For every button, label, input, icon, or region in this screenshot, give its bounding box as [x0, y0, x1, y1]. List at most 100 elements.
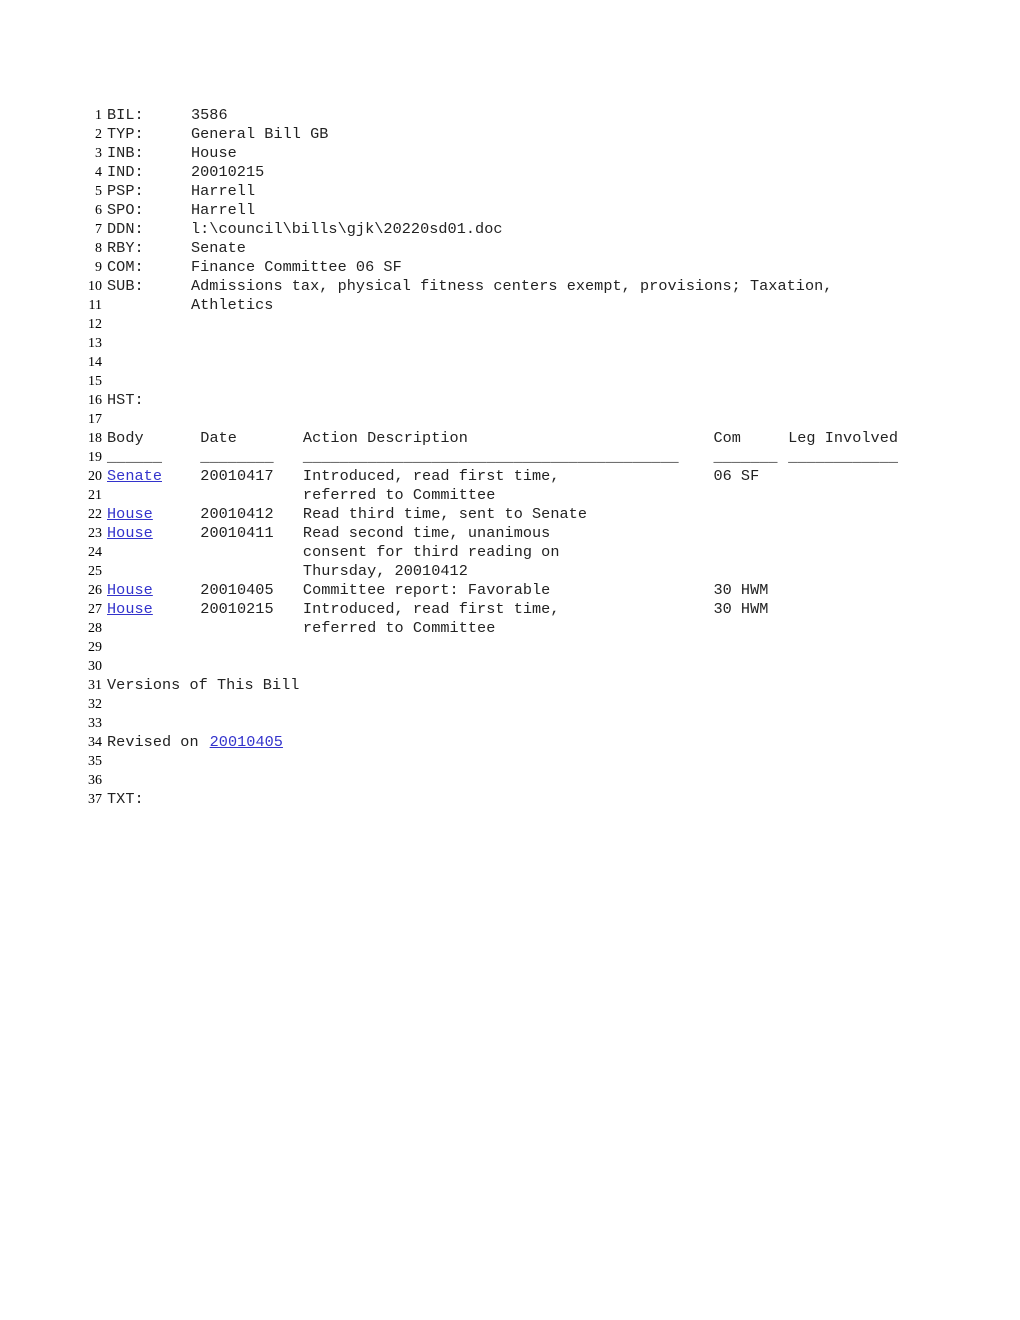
- action-date: 20010215: [200, 600, 274, 618]
- history-heading-line: 16 HST:: [78, 391, 958, 410]
- line-number: 13: [88, 336, 102, 351]
- field-line: 9 COM: Finance Committee 06 SF: [78, 258, 958, 277]
- line-number: 25: [88, 564, 102, 579]
- document-page: 1 BIL: 3586 2 TYP: General Bill GB 3 INB: House 4…: [0, 0, 1020, 1320]
- body-link[interactable]: House: [107, 524, 153, 543]
- action-date: 20010411: [200, 524, 274, 542]
- line-number: 33: [88, 716, 102, 731]
- line-number: 20: [88, 469, 102, 484]
- field-label: SUB:: [107, 277, 144, 295]
- line-number: 22: [88, 507, 102, 522]
- field-value: General Bill GB: [190, 125, 329, 143]
- line-number: 18: [88, 431, 102, 446]
- action-date: 20010405: [200, 581, 274, 599]
- field-value: 3586: [190, 106, 228, 124]
- field-value: l:\council\bills\gjk\20220sd01.doc: [190, 220, 503, 238]
- column-header-body: Body: [107, 429, 144, 447]
- history-row: 20 Senate 20010417 Introduced, read first t…: [78, 467, 958, 486]
- revised-line: 34 Revised on 20010405: [78, 733, 958, 752]
- action-description: Read second time, unanimous: [302, 524, 551, 542]
- com-value: 30 HWM: [713, 581, 769, 599]
- versions-heading: Versions of This Bill: [107, 676, 300, 694]
- action-date: 20010412: [200, 505, 274, 523]
- body-link[interactable]: House: [107, 581, 153, 600]
- field-label: RBY:: [107, 239, 144, 257]
- line-number: 14: [88, 355, 102, 370]
- line-number: 17: [88, 412, 102, 427]
- blank-line: 36: [78, 771, 958, 790]
- line-number: 12: [88, 317, 102, 332]
- blank-line: 32: [78, 695, 958, 714]
- blank-line: 35: [78, 752, 958, 771]
- line-number: 23: [88, 526, 102, 541]
- text-heading-line: 37 TXT:: [78, 790, 958, 809]
- line-number: 9: [95, 260, 102, 275]
- history-row: 23 House 20010411 Read second time, unanimo…: [78, 524, 958, 543]
- history-rule-row: 19 ______ ________ ________________________…: [78, 448, 958, 467]
- line-number: 24: [88, 545, 102, 560]
- field-line: 4 IND: 20010215: [78, 163, 958, 182]
- line-number: 37: [88, 792, 102, 807]
- com-value: 30 HWM: [713, 600, 769, 618]
- field-value: 20010215: [190, 163, 265, 181]
- history-row: 28 referred to Committee: [78, 619, 958, 638]
- column-header-com: Com: [713, 429, 741, 447]
- body-link[interactable]: House: [107, 505, 153, 524]
- line-number: 35: [88, 754, 102, 769]
- field-label: DDN:: [107, 220, 144, 238]
- action-date: 20010417: [200, 467, 274, 485]
- rule-com: _______: [713, 448, 778, 466]
- blank-line: 13: [78, 334, 958, 353]
- line-number: 28: [88, 621, 102, 636]
- history-header-row: 18 Body Date Action Description Com Leg Invol…: [78, 429, 958, 448]
- field-line: 3 INB: House: [78, 144, 958, 163]
- revised-date-link[interactable]: 20010405: [210, 733, 283, 752]
- field-value: House: [190, 144, 237, 162]
- field-line: 7 DDN: l:\council\bills\gjk\20220sd01.doc: [78, 220, 958, 239]
- line-number: 15: [88, 374, 102, 389]
- versions-heading-line: 31 Versions of This Bill: [78, 676, 958, 695]
- blank-line: 14: [78, 353, 958, 372]
- history-row: 26 House 20010405 Committee report: Favorab…: [78, 581, 958, 600]
- rule-action: ________________________________________…: [302, 448, 679, 466]
- line-number: 4: [95, 165, 102, 180]
- field-label: TYP:: [107, 125, 144, 143]
- action-description: Thursday, 20010412: [302, 562, 468, 580]
- line-number: 16: [88, 393, 102, 408]
- line-number: 31: [88, 678, 102, 693]
- line-number: 11: [88, 298, 102, 313]
- field-line: 11 Athletics: [78, 296, 958, 315]
- column-header-action-description: Action Description: [302, 429, 468, 447]
- history-row: 21 referred to Committee: [78, 486, 958, 505]
- com-value: 06 SF: [713, 467, 760, 485]
- field-line: 6 SPO: Harrell: [78, 201, 958, 220]
- field-line: 8 RBY: Senate: [78, 239, 958, 258]
- column-header-leg-involved: Leg Involved: [788, 429, 899, 447]
- line-number: 19: [88, 450, 102, 465]
- blank-line: 12: [78, 315, 958, 334]
- line-number: 34: [88, 735, 102, 750]
- action-description: referred to Committee: [302, 486, 496, 504]
- field-value: Harrell: [190, 201, 256, 219]
- action-description: Read third time, sent to Senate: [302, 505, 588, 523]
- rule-body: ______: [107, 448, 162, 466]
- blank-line: 30: [78, 657, 958, 676]
- text-section-heading: TXT:: [107, 790, 144, 808]
- line-number: 29: [88, 640, 102, 655]
- field-label: SPO:: [107, 201, 144, 219]
- body-link[interactable]: House: [107, 600, 153, 619]
- field-label: BIL:: [107, 106, 144, 124]
- action-description: consent for third reading on: [302, 543, 560, 561]
- blank-line: 17: [78, 410, 958, 429]
- body-link[interactable]: Senate: [107, 467, 162, 486]
- field-label: PSP:: [107, 182, 144, 200]
- field-line: 5 PSP: Harrell: [78, 182, 958, 201]
- line-number: 30: [88, 659, 102, 674]
- line-number: 8: [95, 241, 102, 256]
- bill-record-body: 1 BIL: 3586 2 TYP: General Bill GB 3 INB: House 4…: [78, 106, 958, 809]
- revised-label: Revised on: [107, 733, 208, 751]
- field-line: 2 TYP: General Bill GB: [78, 125, 958, 144]
- blank-line: 15: [78, 372, 958, 391]
- field-value: Athletics: [190, 296, 274, 314]
- field-value: Senate: [190, 239, 246, 257]
